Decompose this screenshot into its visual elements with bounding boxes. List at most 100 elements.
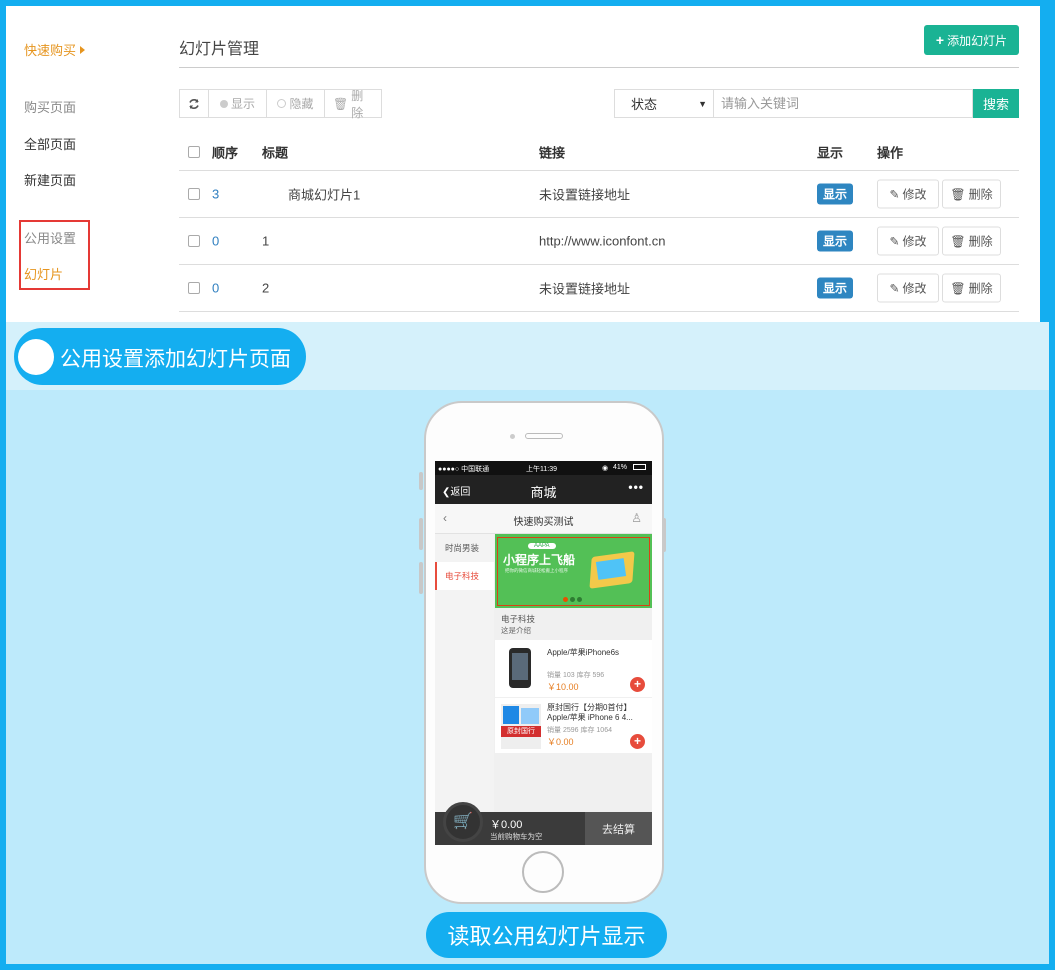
- row-title: 2: [262, 280, 270, 296]
- row-order[interactable]: 3: [212, 187, 219, 202]
- bulk-delete-button[interactable]: 🗑 删除: [324, 89, 382, 120]
- page-title: 快速购买测试: [513, 517, 574, 528]
- delete-button[interactable]: 🗑 删除: [942, 226, 1001, 256]
- checkout-button[interactable]: 去结算: [585, 812, 652, 845]
- add-slide-button[interactable]: + 添加幻灯片: [924, 25, 1019, 55]
- delete-button[interactable]: 🗑 删除: [942, 179, 1001, 209]
- add-to-cart-icon[interactable]: +: [630, 677, 645, 692]
- product-image-part: [521, 708, 539, 724]
- refresh-icon: [189, 98, 199, 109]
- delete-label: 删除: [968, 187, 993, 202]
- show-label: 显示: [230, 97, 255, 111]
- search-button[interactable]: 搜索: [973, 89, 1019, 118]
- product-name: Apple/苹果iPhone6s: [547, 648, 620, 657]
- product-price: ￥10.00: [547, 682, 579, 692]
- column-header-ops: 操作: [877, 145, 904, 161]
- sidebar-section-common-settings: 公用设置: [24, 231, 77, 246]
- delete-label: 删除: [968, 281, 993, 296]
- phone-side-button: [419, 518, 423, 550]
- battery-icon: [633, 464, 646, 470]
- page-title: 幻灯片管理: [179, 41, 260, 58]
- status-select[interactable]: 状态 ▼: [614, 89, 714, 118]
- caption-pill-top: 公用设置添加幻灯片页面: [14, 328, 306, 385]
- speaker-icon: [525, 433, 563, 439]
- row-checkbox[interactable]: [188, 235, 200, 247]
- nav-title: 商城: [530, 485, 557, 500]
- clock-text: 上午11:39: [526, 466, 557, 473]
- row-order[interactable]: 0: [212, 281, 219, 296]
- edit-icon: ✎: [889, 187, 900, 201]
- edit-button[interactable]: ✎ 修改: [877, 179, 939, 209]
- delete-label: 删除: [968, 234, 993, 249]
- lock-icon: ◉: [602, 465, 609, 472]
- row-order[interactable]: 0: [212, 234, 219, 249]
- slide-banner[interactable]: AAPA 小程序上飞船 把你的微信商城轻松搬上小程序: [495, 534, 652, 608]
- row-title: 1: [262, 233, 270, 249]
- slide-dot: [570, 597, 575, 602]
- row-title: 商城幻灯片1: [288, 187, 361, 203]
- status-badge[interactable]: 显示: [817, 230, 854, 252]
- table-row: 3 商城幻灯片1 未设置链接地址 显示 ✎ 修改 🗑 删除: [179, 171, 1019, 218]
- page-header: ‹ 快速购买测试 ♙: [435, 504, 652, 534]
- status-bar: ●●●●○ 中国联通 上午11:39 ◉ 41%: [435, 461, 652, 475]
- cart-total: ￥0.00: [490, 819, 523, 831]
- edit-label: 修改: [902, 281, 927, 296]
- product-item[interactable]: Apple/苹果iPhone6s 销量 103 库存 596 ￥10.00 +: [495, 640, 652, 697]
- status-badge[interactable]: 显示: [817, 183, 854, 205]
- trash-icon: 🗑: [950, 281, 966, 295]
- select-all-checkbox[interactable]: [188, 146, 200, 158]
- product-badge: 原封国行: [501, 726, 541, 737]
- edit-button[interactable]: ✎ 修改: [877, 273, 939, 303]
- table-row: 0 2 未设置链接地址 显示 ✎ 修改 🗑 删除: [179, 265, 1019, 312]
- circle-outline-icon: [277, 99, 287, 108]
- edit-label: 修改: [902, 187, 927, 202]
- sidebar-item-new-page[interactable]: 新建页面: [24, 170, 76, 189]
- status-badge[interactable]: 显示: [817, 277, 854, 299]
- category-item[interactable]: 电子科技: [435, 562, 494, 590]
- row-checkbox[interactable]: [188, 282, 200, 294]
- slide-dot: [577, 597, 582, 602]
- trash-icon: 🗑: [950, 187, 966, 201]
- bulk-toolbar: 显示 隐藏 🗑 删除: [179, 89, 382, 120]
- more-icon[interactable]: •••: [628, 480, 644, 494]
- product-item[interactable]: 原封国行 原封国行【分期0首付】Apple/苹果 iPhone 6 4... 销…: [495, 698, 652, 753]
- status-value: 状态: [631, 97, 658, 112]
- sidebar-item-quick-buy[interactable]: 快速购买: [24, 40, 86, 59]
- sidebar-item-all-pages[interactable]: 全部页面: [24, 134, 76, 153]
- row-checkbox[interactable]: [188, 188, 200, 200]
- trash-icon: 🗑: [950, 234, 966, 248]
- table-header: 顺序 标题 链接 显示 操作: [179, 134, 1019, 171]
- add-slide-label: 添加幻灯片: [947, 33, 1008, 48]
- refresh-button[interactable]: [179, 89, 209, 118]
- show-button[interactable]: 显示: [208, 89, 267, 118]
- phone-screen: ●●●●○ 中国联通 上午11:39 ◉ 41% ❮返回 商城 ••• ‹ 快速…: [435, 461, 652, 845]
- caret-down-icon: ▼: [698, 99, 707, 109]
- wechat-navbar: ❮返回 商城 •••: [435, 475, 652, 504]
- edit-button[interactable]: ✎ 修改: [877, 226, 939, 256]
- caret-right-icon: [80, 46, 86, 54]
- product-meta: 销量 103 库存 596: [547, 672, 605, 679]
- product-image: 原封国行: [501, 704, 541, 749]
- sidebar-label: 快速购买: [24, 43, 77, 58]
- row-link: http://www.iconfont.cn: [539, 233, 666, 249]
- cart-bar: 🛒 ￥0.00 当前购物车为空 去结算: [435, 802, 652, 845]
- column-header-show: 显示: [817, 145, 844, 161]
- product-meta: 销量 2596 库存 1064: [547, 727, 612, 734]
- sidebar-item-slides[interactable]: 幻灯片: [24, 264, 63, 283]
- hide-button[interactable]: 隐藏: [266, 89, 325, 118]
- user-icon[interactable]: ♙: [631, 511, 642, 525]
- edit-icon: ✎: [889, 234, 900, 248]
- highlight-box: [497, 537, 650, 606]
- product-price: ￥0.00: [547, 737, 574, 747]
- cart-icon[interactable]: 🛒: [443, 802, 483, 842]
- column-header-order: 顺序: [212, 145, 239, 161]
- home-button: [522, 851, 564, 893]
- caption-pill-bottom: 读取公用幻灯片显示: [426, 912, 667, 958]
- add-to-cart-icon[interactable]: +: [630, 734, 645, 749]
- sidebar-section-buy-page: 购买页面: [24, 100, 77, 115]
- cart-status: 当前购物车为空: [490, 832, 543, 841]
- search-input[interactable]: [713, 89, 973, 118]
- delete-button[interactable]: 🗑 删除: [942, 273, 1001, 303]
- row-link: 未设置链接地址: [539, 187, 631, 203]
- category-item[interactable]: 时尚男装: [435, 534, 494, 562]
